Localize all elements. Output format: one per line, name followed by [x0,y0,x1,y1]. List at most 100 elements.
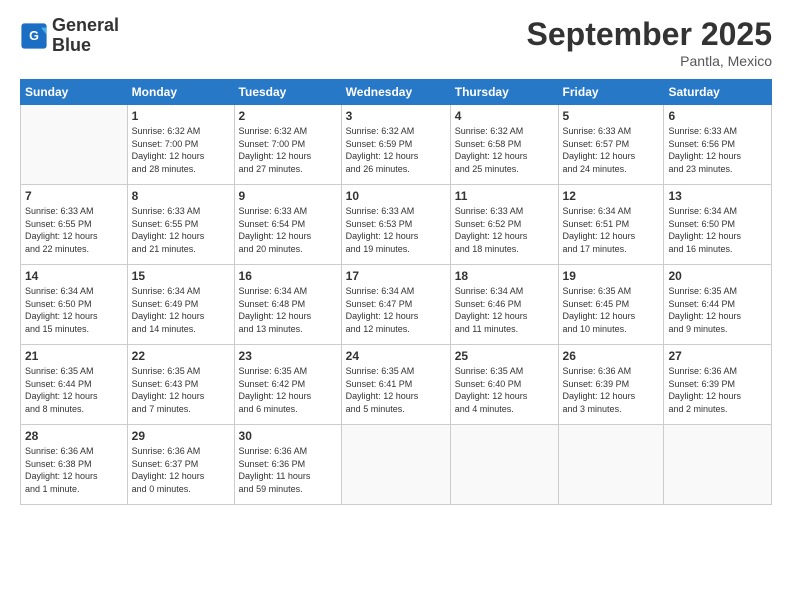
calendar-body: 1 Sunrise: 6:32 AM Sunset: 7:00 PM Daylig… [21,105,772,505]
day-info: Sunrise: 6:34 AM Sunset: 6:50 PM Dayligh… [25,285,123,335]
day-number: 6 [668,109,767,123]
day-number: 5 [563,109,660,123]
calendar-cell [341,425,450,505]
day-info: Sunrise: 6:32 AM Sunset: 7:00 PM Dayligh… [239,125,337,175]
calendar-cell: 14 Sunrise: 6:34 AM Sunset: 6:50 PM Dayli… [21,265,128,345]
day-info: Sunrise: 6:36 AM Sunset: 6:39 PM Dayligh… [563,365,660,415]
calendar-cell: 20 Sunrise: 6:35 AM Sunset: 6:44 PM Dayli… [664,265,772,345]
day-header-wednesday: Wednesday [341,80,450,105]
logo-text: General Blue [52,16,119,56]
day-info: Sunrise: 6:34 AM Sunset: 6:46 PM Dayligh… [455,285,554,335]
day-info: Sunrise: 6:33 AM Sunset: 6:54 PM Dayligh… [239,205,337,255]
page: G General Blue September 2025 Pantla, Me… [0,0,792,612]
day-info: Sunrise: 6:36 AM Sunset: 6:39 PM Dayligh… [668,365,767,415]
calendar-cell: 16 Sunrise: 6:34 AM Sunset: 6:48 PM Dayli… [234,265,341,345]
calendar-cell: 15 Sunrise: 6:34 AM Sunset: 6:49 PM Dayli… [127,265,234,345]
calendar-cell [558,425,664,505]
day-info: Sunrise: 6:34 AM Sunset: 6:49 PM Dayligh… [132,285,230,335]
day-info: Sunrise: 6:35 AM Sunset: 6:44 PM Dayligh… [25,365,123,415]
calendar-cell [664,425,772,505]
title-block: September 2025 Pantla, Mexico [527,16,772,69]
day-info: Sunrise: 6:36 AM Sunset: 6:37 PM Dayligh… [132,445,230,495]
calendar-cell: 13 Sunrise: 6:34 AM Sunset: 6:50 PM Dayli… [664,185,772,265]
calendar-cell: 23Sunrise: 6:35 AM Sunset: 6:42 PM Dayli… [234,345,341,425]
calendar-cell: 29 Sunrise: 6:36 AM Sunset: 6:37 PM Dayli… [127,425,234,505]
day-number: 18 [455,269,554,283]
calendar-cell: 2 Sunrise: 6:32 AM Sunset: 7:00 PM Daylig… [234,105,341,185]
day-header-friday: Friday [558,80,664,105]
day-number: 20 [668,269,767,283]
day-info: Sunrise: 6:33 AM Sunset: 6:56 PM Dayligh… [668,125,767,175]
day-number: 2 [239,109,337,123]
calendar-cell: 8 Sunrise: 6:33 AM Sunset: 6:55 PM Daylig… [127,185,234,265]
day-header-sunday: Sunday [21,80,128,105]
day-number: 17 [346,269,446,283]
day-info: Sunrise: 6:34 AM Sunset: 6:47 PM Dayligh… [346,285,446,335]
day-number: 15 [132,269,230,283]
calendar-cell: 12 Sunrise: 6:34 AM Sunset: 6:51 PM Dayli… [558,185,664,265]
day-info: Sunrise: 6:35 AM Sunset: 6:45 PM Dayligh… [563,285,660,335]
calendar-cell: 17 Sunrise: 6:34 AM Sunset: 6:47 PM Dayli… [341,265,450,345]
day-number: 27 [668,349,767,363]
calendar-table: SundayMondayTuesdayWednesdayThursdayFrid… [20,79,772,505]
calendar-cell: 10 Sunrise: 6:33 AM Sunset: 6:53 PM Dayli… [341,185,450,265]
day-number: 1 [132,109,230,123]
day-number: 12 [563,189,660,203]
calendar-cell: 22 Sunrise: 6:35 AM Sunset: 6:43 PM Dayli… [127,345,234,425]
calendar-cell: 21 Sunrise: 6:35 AM Sunset: 6:44 PM Dayli… [21,345,128,425]
day-number: 8 [132,189,230,203]
day-info: Sunrise: 6:33 AM Sunset: 6:57 PM Dayligh… [563,125,660,175]
month-title: September 2025 [527,16,772,53]
calendar-cell: 24Sunrise: 6:35 AM Sunset: 6:41 PM Dayli… [341,345,450,425]
logo-line2: Blue [52,36,119,56]
week-row-4: 28Sunrise: 6:36 AM Sunset: 6:38 PM Dayli… [21,425,772,505]
calendar-cell: 5 Sunrise: 6:33 AM Sunset: 6:57 PM Daylig… [558,105,664,185]
svg-text:G: G [29,29,39,43]
day-info: Sunrise: 6:36 AM Sunset: 6:38 PM Dayligh… [25,445,123,495]
day-number: 7 [25,189,123,203]
day-info: Sunrise: 6:36 AM Sunset: 6:36 PM Dayligh… [239,445,337,495]
day-info: Sunrise: 6:35 AM Sunset: 6:43 PM Dayligh… [132,365,230,415]
day-number: 26 [563,349,660,363]
calendar-cell: 25 Sunrise: 6:35 AM Sunset: 6:40 PM Dayli… [450,345,558,425]
day-info: Sunrise: 6:34 AM Sunset: 6:51 PM Dayligh… [563,205,660,255]
day-info: Sunrise: 6:35 AM Sunset: 6:44 PM Dayligh… [668,285,767,335]
calendar-cell: 26 Sunrise: 6:36 AM Sunset: 6:39 PM Dayli… [558,345,664,425]
week-row-0: 1 Sunrise: 6:32 AM Sunset: 7:00 PM Daylig… [21,105,772,185]
day-number: 4 [455,109,554,123]
day-header-monday: Monday [127,80,234,105]
day-number: 19 [563,269,660,283]
day-info: Sunrise: 6:32 AM Sunset: 6:58 PM Dayligh… [455,125,554,175]
calendar-cell: 9Sunrise: 6:33 AM Sunset: 6:54 PM Daylig… [234,185,341,265]
day-number: 30 [239,429,337,443]
day-info: Sunrise: 6:33 AM Sunset: 6:53 PM Dayligh… [346,205,446,255]
day-number: 3 [346,109,446,123]
day-header-thursday: Thursday [450,80,558,105]
calendar-cell: 1 Sunrise: 6:32 AM Sunset: 7:00 PM Daylig… [127,105,234,185]
calendar-cell: 28Sunrise: 6:36 AM Sunset: 6:38 PM Dayli… [21,425,128,505]
calendar-header-row: SundayMondayTuesdayWednesdayThursdayFrid… [21,80,772,105]
day-number: 22 [132,349,230,363]
day-number: 14 [25,269,123,283]
calendar-cell: 4 Sunrise: 6:32 AM Sunset: 6:58 PM Daylig… [450,105,558,185]
day-number: 21 [25,349,123,363]
day-info: Sunrise: 6:35 AM Sunset: 6:42 PM Dayligh… [239,365,337,415]
day-info: Sunrise: 6:33 AM Sunset: 6:55 PM Dayligh… [132,205,230,255]
calendar-cell [21,105,128,185]
day-info: Sunrise: 6:32 AM Sunset: 7:00 PM Dayligh… [132,125,230,175]
day-number: 13 [668,189,767,203]
day-info: Sunrise: 6:34 AM Sunset: 6:48 PM Dayligh… [239,285,337,335]
day-number: 25 [455,349,554,363]
calendar-cell: 19 Sunrise: 6:35 AM Sunset: 6:45 PM Dayli… [558,265,664,345]
day-number: 10 [346,189,446,203]
calendar-cell: 27 Sunrise: 6:36 AM Sunset: 6:39 PM Dayli… [664,345,772,425]
day-info: Sunrise: 6:35 AM Sunset: 6:41 PM Dayligh… [346,365,446,415]
logo: G General Blue [20,16,119,56]
day-info: Sunrise: 6:35 AM Sunset: 6:40 PM Dayligh… [455,365,554,415]
day-info: Sunrise: 6:34 AM Sunset: 6:50 PM Dayligh… [668,205,767,255]
week-row-1: 7 Sunrise: 6:33 AM Sunset: 6:55 PM Daylig… [21,185,772,265]
day-info: Sunrise: 6:33 AM Sunset: 6:52 PM Dayligh… [455,205,554,255]
day-number: 16 [239,269,337,283]
calendar-cell [450,425,558,505]
day-number: 29 [132,429,230,443]
